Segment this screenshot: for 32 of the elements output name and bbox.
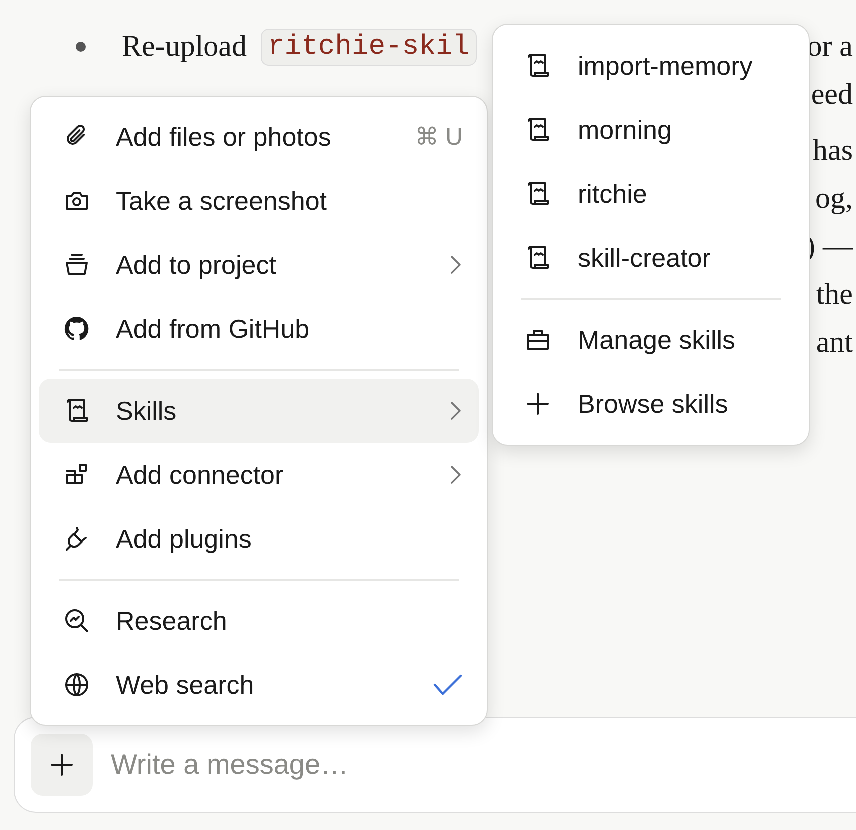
menu-item[interactable]: ritchie [501,162,801,226]
plus-icon [48,751,76,779]
body-text: the [816,277,853,313]
menu-item[interactable]: morning [501,98,801,162]
body-text: ant [816,325,853,361]
menu-item[interactable]: Add plugins [39,507,479,571]
message-input[interactable]: Write a message… [109,748,856,782]
research-icon [63,607,91,635]
menu-item[interactable]: Browse skills [501,372,801,436]
inline-code: ritchie-skil [260,28,477,66]
menu-item[interactable]: Skills [39,379,479,443]
body-text: eed [811,78,853,112]
plus-icon [524,390,552,418]
body-text: has [813,133,853,169]
menu-item[interactable]: import-memory [501,34,801,98]
github-icon [63,315,91,343]
globe-icon [63,671,91,699]
body-text: Re-upload [122,30,247,64]
menu-item[interactable]: Web search [39,653,479,717]
message-field[interactable]: Write a message… [14,717,856,813]
menu-item[interactable]: Add files or photos ⌘ U [39,105,479,169]
menu-item[interactable]: Add to project [39,233,479,297]
add-button[interactable] [31,734,93,796]
shortcut-hint: ⌘ U [415,122,463,152]
menu-item[interactable]: Add connector [39,443,479,507]
menu-item[interactable]: Research [39,589,479,653]
menu-item[interactable]: Manage skills [501,308,801,372]
menu-item[interactable]: Take a screenshot [39,169,479,233]
menu-item[interactable]: Add from GitHub [39,297,479,361]
body-text: og, [816,181,853,217]
bullet-icon [76,42,86,52]
menu-item[interactable]: skill-creator [501,226,801,290]
